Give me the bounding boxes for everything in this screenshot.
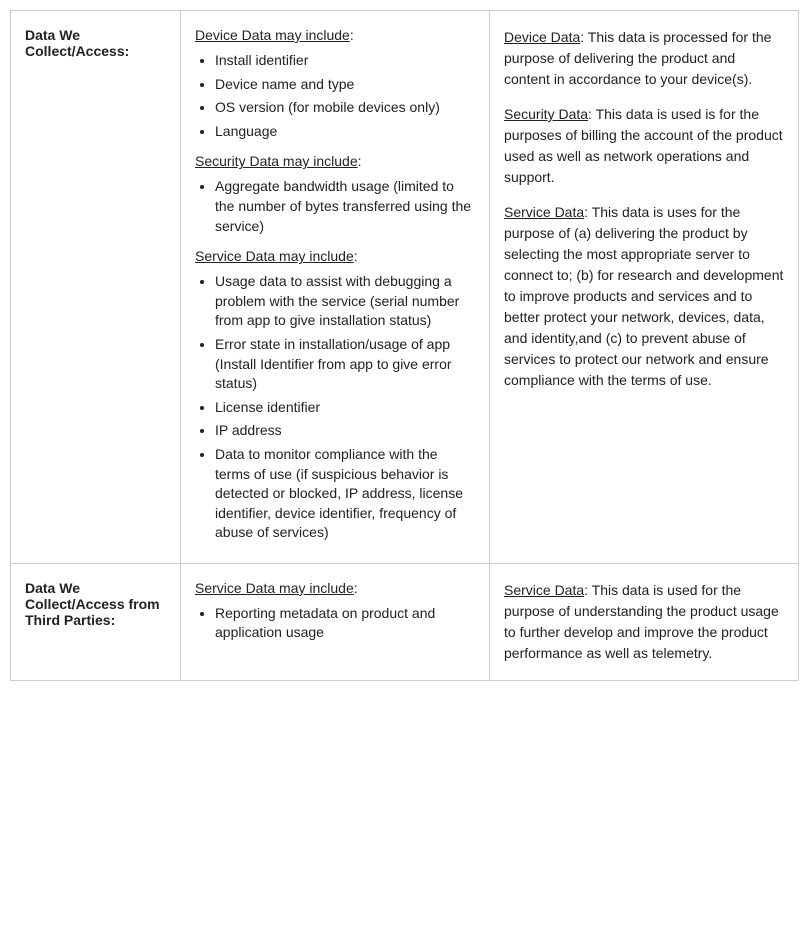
data-list: Aggregate bandwidth usage (limited to th… — [195, 177, 475, 236]
purpose-term: Security Data — [504, 106, 588, 122]
purpose-column: Device Data: This data is processed for … — [490, 11, 798, 563]
data-list: Install identifier Device name and type OS… — [195, 51, 475, 141]
data-list: Usage data to assist with debugging a pr… — [195, 272, 475, 543]
section-heading: Device Data may include: — [195, 27, 475, 51]
purpose-column: Service Data: This data is used for the … — [490, 564, 798, 680]
purpose-paragraph: Security Data: This data is used is for … — [504, 104, 784, 188]
section-heading: Security Data may include: — [195, 153, 475, 177]
data-list: Reporting metadata on product and applic… — [195, 604, 475, 643]
purpose-paragraph: Service Data: This data is uses for the … — [504, 202, 784, 391]
list-item: OS version (for mobile devices only) — [215, 98, 475, 118]
list-item: Reporting metadata on product and applic… — [215, 604, 475, 643]
data-column: Device Data may include:Install identifi… — [181, 11, 490, 563]
purpose-paragraph: Device Data: This data is processed for … — [504, 27, 784, 90]
list-item: Usage data to assist with debugging a pr… — [215, 272, 475, 331]
list-item: Language — [215, 122, 475, 142]
purpose-paragraph: Service Data: This data is used for the … — [504, 580, 784, 664]
data-column: Service Data may include:Reporting metad… — [181, 564, 490, 680]
list-item: Data to monitor compliance with the term… — [215, 445, 475, 543]
section-heading: Service Data may include: — [195, 580, 475, 604]
purpose-term: Device Data — [504, 29, 580, 45]
purpose-term: Service Data — [504, 204, 584, 220]
list-item: Install identifier — [215, 51, 475, 71]
table-row: Data We Collect/Access from Third Partie… — [11, 564, 798, 680]
table-row: Data We Collect/Access:Device Data may i… — [11, 11, 798, 564]
list-item: Device name and type — [215, 75, 475, 95]
list-item: Error state in installation/usage of app… — [215, 335, 475, 394]
main-table: Data We Collect/Access:Device Data may i… — [10, 10, 799, 681]
list-item: License identifier — [215, 398, 475, 418]
section-heading: Service Data may include: — [195, 248, 475, 272]
purpose-term: Service Data — [504, 582, 584, 598]
row-label: Data We Collect/Access from Third Partie… — [11, 564, 181, 680]
row-label: Data We Collect/Access: — [11, 11, 181, 563]
list-item: IP address — [215, 421, 475, 441]
list-item: Aggregate bandwidth usage (limited to th… — [215, 177, 475, 236]
